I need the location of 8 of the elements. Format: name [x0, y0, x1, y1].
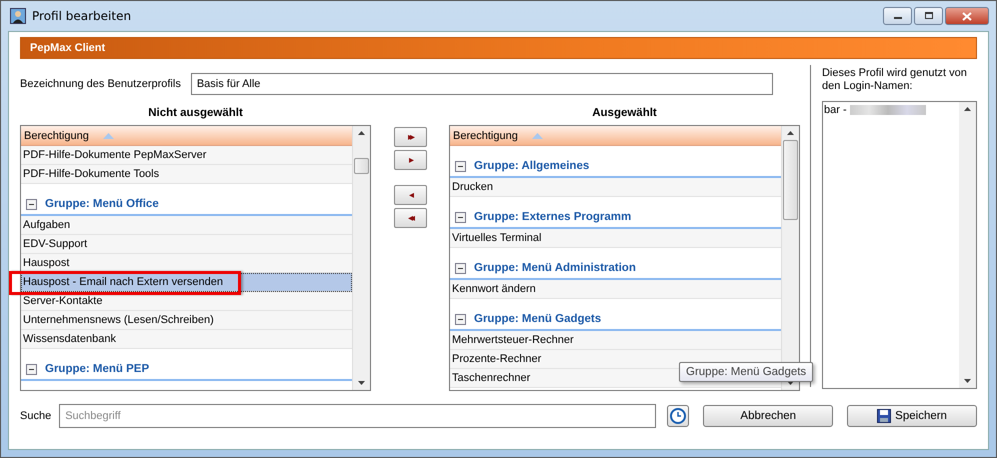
- list-heading: Ausgewählt: [591, 107, 658, 121]
- login-list-label: Dieses Profil wird genutzt von den Login-Namen:: [822, 67, 968, 94]
- banner-title: PepMax Client: [30, 42, 106, 54]
- search-label: Suche: [20, 410, 52, 422]
- list-heading: Nicht ausgewählt: [147, 107, 244, 121]
- window-title: Profil bearbeiten: [32, 9, 132, 23]
- field-label: Bezeichnung des Benutzerprofils: [20, 78, 181, 90]
- tooltip: Gruppe: Menü Gadgets: [679, 362, 814, 382]
